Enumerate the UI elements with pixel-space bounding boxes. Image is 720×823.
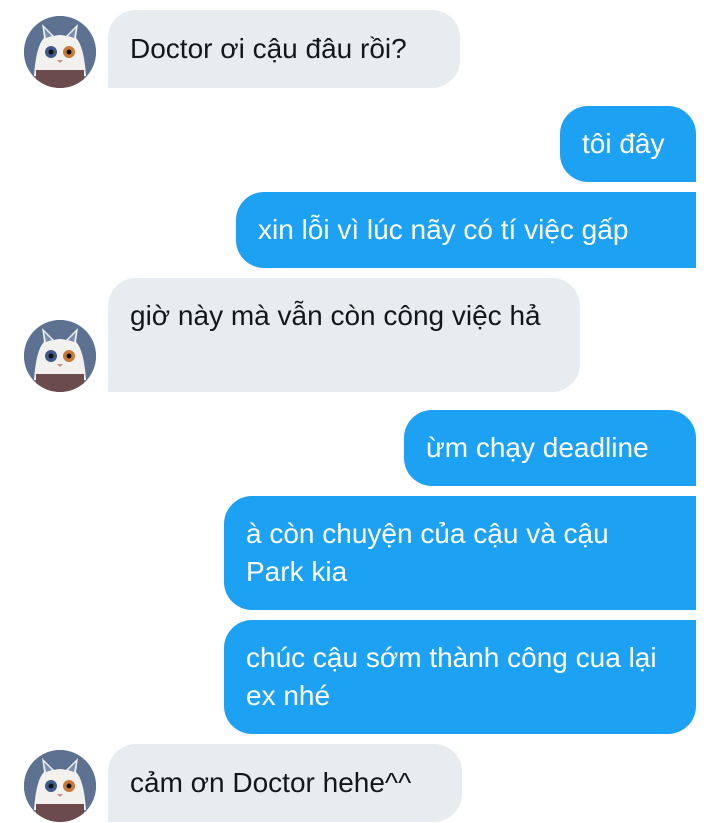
message-text: ừm chạy deadline xyxy=(426,432,649,463)
message-text: tôi đây xyxy=(582,128,665,159)
message-text: Doctor ơi cậu đâu rồi? xyxy=(130,33,407,64)
message-text: à còn chuyện của cậu và cậu Park kia xyxy=(246,518,609,587)
white-cat-avatar-icon xyxy=(24,320,96,392)
chat-thread: Doctor ơi cậu đâu rồi? tôi đây xin lỗi v… xyxy=(0,0,720,823)
message-bubble-outgoing[interactable]: à còn chuyện của cậu và cậu Park kia xyxy=(224,496,696,610)
message-text: chúc cậu sớm thành công cua lại ex nhé xyxy=(246,642,657,711)
message-text: xin lỗi vì lúc nãy có tí việc gấp xyxy=(258,214,629,245)
message-bubble-outgoing[interactable]: ừm chạy deadline xyxy=(404,410,696,486)
message-bubble-outgoing[interactable]: xin lỗi vì lúc nãy có tí việc gấp xyxy=(236,192,696,268)
message-text: cảm ơn Doctor hehe^^ xyxy=(130,767,412,798)
white-cat-avatar-icon xyxy=(24,750,96,822)
message-bubble-outgoing[interactable]: tôi đây xyxy=(560,106,696,182)
contact-avatar[interactable] xyxy=(24,750,96,822)
contact-avatar[interactable] xyxy=(24,320,96,392)
message-bubble-incoming[interactable]: giờ này mà vẫn còn công việc hả xyxy=(108,278,580,392)
contact-avatar[interactable] xyxy=(24,16,96,88)
message-text: giờ này mà vẫn còn công việc hả xyxy=(130,300,541,331)
white-cat-avatar-icon xyxy=(24,16,96,88)
message-bubble-incoming[interactable]: cảm ơn Doctor hehe^^ xyxy=(108,744,462,822)
message-bubble-incoming[interactable]: Doctor ơi cậu đâu rồi? xyxy=(108,10,460,88)
message-bubble-outgoing[interactable]: chúc cậu sớm thành công cua lại ex nhé xyxy=(224,620,696,734)
